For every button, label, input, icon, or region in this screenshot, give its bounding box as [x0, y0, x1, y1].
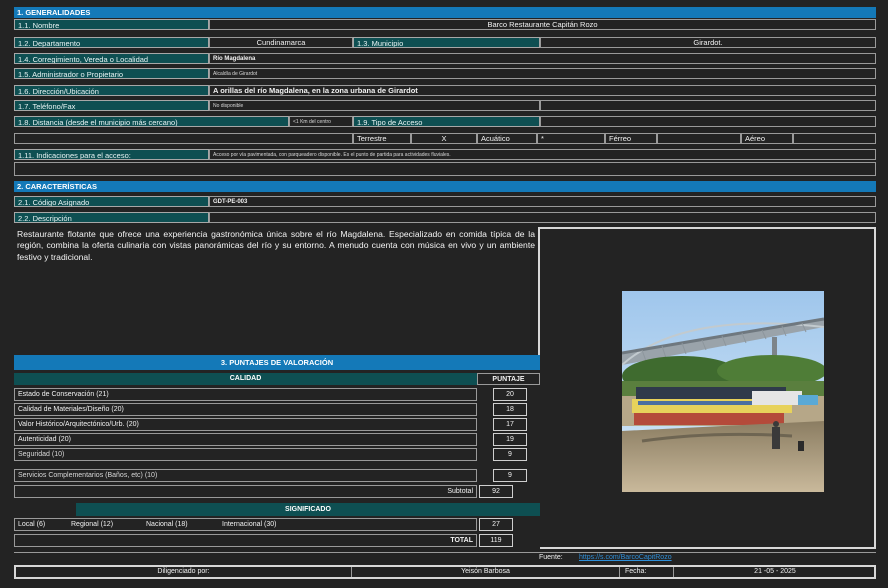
- access-terrestre-mark: X: [411, 133, 477, 144]
- localidad-label: 1.4. Corregimiento, Vereda o Localidad: [14, 53, 209, 64]
- score-row: Estado de Conservación (21) 20: [14, 388, 541, 401]
- descripcion-box: Restaurante flotante que ofrece una expe…: [14, 227, 540, 357]
- departamento-label: 1.2. Departamento: [14, 37, 209, 48]
- indicaciones-spacer-row: [14, 162, 876, 176]
- diligenciado-value: Yeisón Barbosa: [352, 567, 620, 577]
- significado-row: Local (6) Regional (12) Nacional (18) In…: [14, 518, 477, 531]
- tipo-acceso-label: 1.9. Tipo de Acceso: [353, 116, 540, 127]
- score-value: 20: [493, 388, 527, 401]
- score-value: 9: [493, 469, 527, 482]
- puntaje-header: PUNTAJE: [477, 373, 540, 385]
- direccion-label: 1.6. Dirección/Ubicación: [14, 85, 209, 96]
- score-name: Servicios Complementarios (Baños, etc) (…: [14, 469, 477, 482]
- direccion-value: A orillas del río Magdalena, en la zona …: [209, 85, 876, 96]
- access-spacer-cell: [14, 133, 353, 144]
- total-label: TOTAL: [14, 534, 477, 547]
- calidad-header: CALIDAD: [14, 373, 477, 385]
- sig-internacional: Internacional (30): [222, 521, 277, 528]
- subtotal-label: Subtotal: [14, 485, 477, 498]
- administrador-label: 1.5. Administrador o Propietario: [14, 68, 209, 79]
- restaurant-photo: [622, 291, 824, 492]
- codigo-value: GDT-PE-003: [209, 196, 876, 207]
- sig-local: Local (6): [18, 521, 46, 528]
- score-row: Valor Histórico/Arquitectónico/Urb. (20)…: [14, 418, 541, 431]
- sig-regional: Regional (12): [71, 521, 114, 528]
- fuente-row: Fuente: https://s.com/BarcoCapitRozo: [14, 552, 876, 563]
- section-generalidades-header: 1. GENERALIDADES: [14, 7, 876, 18]
- score-value: 19: [493, 433, 527, 446]
- footer-bar: Diligenciado por: Yeisón Barbosa Fecha: …: [14, 565, 876, 579]
- score-name: Autenticidad (20): [14, 433, 477, 446]
- codigo-label: 2.1. Código Asignado: [14, 196, 209, 207]
- access-ferreo: Férreo: [605, 133, 657, 144]
- score-name: Valor Histórico/Arquitectónico/Urb. (20): [14, 418, 477, 431]
- fecha-value: 21 -05 - 2025: [754, 568, 796, 575]
- score-row: Calidad de Materiales/Diseño (20) 18: [14, 403, 541, 416]
- score-name: Calidad de Materiales/Diseño (20): [14, 403, 477, 416]
- descripcion-label: 2.2. Descripción: [14, 212, 209, 223]
- indicaciones-label: 1.11. Indicaciones para el acceso:: [14, 149, 209, 160]
- sig-nacional: Nacional (18): [146, 521, 188, 528]
- access-terrestre: Terrestre: [353, 133, 411, 144]
- score-value: 9: [493, 448, 527, 461]
- score-row: Servicios Complementarios (Baños, etc) (…: [14, 469, 541, 482]
- score-value: 17: [493, 418, 527, 431]
- total-value: 119: [479, 534, 513, 547]
- significado-value: 27: [479, 518, 513, 531]
- localidad-value: Río Magdalena: [209, 53, 876, 64]
- access-aereo-mark: [793, 133, 876, 144]
- score-value: 18: [493, 403, 527, 416]
- municipio-value: Girardot.: [540, 37, 876, 48]
- fecha-label: Fecha:: [622, 567, 674, 577]
- fuente-label: Fuente:: [539, 554, 563, 561]
- nombre-label: 1.1. Nombre: [14, 19, 209, 30]
- boat-restaurant-image: [622, 291, 824, 492]
- tipo-acceso-extra-cell: [540, 116, 876, 127]
- descripcion-text: Restaurante flotante que ofrece una expe…: [17, 229, 535, 262]
- indicaciones-value: Acceso por vía pavimentada, con parquead…: [209, 149, 876, 160]
- departamento-value: Cundinamarca: [209, 37, 353, 48]
- administrador-value: Alcaldía de Girardot: [209, 68, 876, 79]
- municipio-label: 1.3. Municipio: [353, 37, 540, 48]
- score-row: Seguridad (10) 9: [14, 448, 541, 461]
- section-caracteristicas-header: 2. CARACTERÍSTICAS: [14, 181, 876, 192]
- nombre-value: Barco Restaurante Capitán Rozo: [209, 19, 876, 30]
- fuente-link[interactable]: https://s.com/BarcoCapitRozo: [579, 553, 672, 563]
- section-puntajes-header: 3. PUNTAJES DE VALORACIÓN: [14, 355, 540, 370]
- score-name: Estado de Conservación (21): [14, 388, 477, 401]
- telefono-value: No disponible: [209, 100, 540, 111]
- distancia-label: 1.8. Distancia (desde el municipio más c…: [14, 116, 289, 127]
- distancia-value: <1 Km del centro: [289, 116, 353, 127]
- access-aereo: Aéreo: [741, 133, 793, 144]
- diligenciado-label: Diligenciado por:: [16, 567, 352, 577]
- access-acuatico: Acuático: [477, 133, 537, 144]
- access-ferreo-mark: [657, 133, 741, 144]
- telefono-extra-cell: [540, 100, 876, 111]
- descripcion-label-cell: [209, 212, 876, 223]
- significado-header: SIGNIFICADO: [76, 503, 540, 516]
- access-acuatico-mark: *: [537, 133, 605, 144]
- scores-table: Estado de Conservación (21) 20 Calidad d…: [14, 388, 541, 468]
- telefono-label: 1.7. Teléfono/Fax: [14, 100, 209, 111]
- subtotal-value: 92: [479, 485, 513, 498]
- score-name: Seguridad (10): [14, 448, 477, 461]
- score-row: Autenticidad (20) 19: [14, 433, 541, 446]
